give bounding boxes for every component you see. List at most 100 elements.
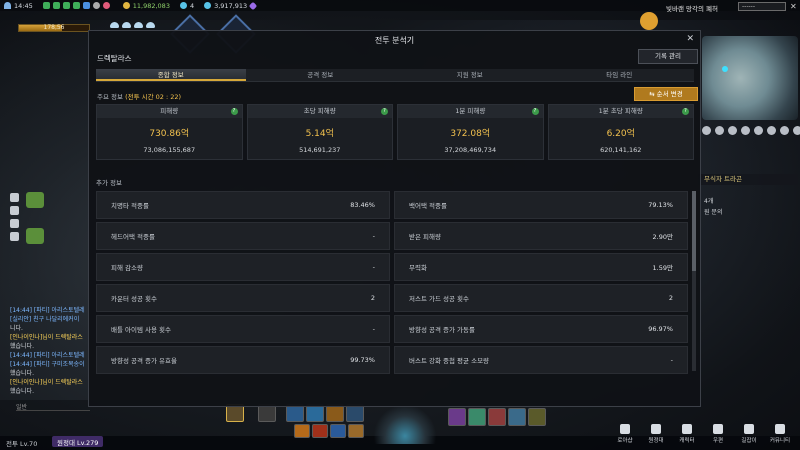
stat-row: 치명타 적중률 83.46% bbox=[96, 191, 390, 219]
damage-card: 피해량? 730.86억 73,086,155,687 bbox=[96, 104, 243, 160]
buff-icon[interactable] bbox=[52, 2, 60, 9]
menu-item[interactable]: 커뮤니티 bbox=[767, 424, 793, 444]
summary-label: 주요 정보 bbox=[97, 93, 123, 101]
analyzer-tabs: 종합 정보 공격 정보 지원 정보 타임 라인 bbox=[96, 69, 694, 82]
battle-analyzer-window: 전투 분석기 ✕ 드렉탈라스 기록 관리 종합 정보 공격 정보 지원 정보 타… bbox=[88, 30, 701, 407]
silver-icon bbox=[122, 2, 130, 9]
stat-value: - bbox=[372, 232, 375, 240]
party-member-icon[interactable] bbox=[26, 192, 44, 208]
extra-info-label: 추가 정보 bbox=[96, 179, 122, 187]
link-icon[interactable] bbox=[10, 219, 19, 228]
menu-item[interactable]: 로아샵 bbox=[612, 424, 638, 444]
skill-slot[interactable] bbox=[488, 408, 506, 426]
tab-timeline[interactable]: 타임 라인 bbox=[545, 69, 695, 81]
chat-line: [14:44] [파티] 아리스토텔레 bbox=[10, 307, 85, 314]
minimap-tool-icon[interactable] bbox=[702, 126, 711, 135]
move-icon[interactable] bbox=[10, 193, 19, 202]
party-member-icon[interactable] bbox=[26, 228, 44, 244]
skill-slot[interactable] bbox=[348, 424, 364, 438]
quest-tracker-tab[interactable]: 무식자 트라곤 bbox=[698, 174, 798, 185]
skill-slot[interactable] bbox=[294, 424, 310, 438]
stat-row: 버스트 강화 중첩 평균 소모량 - bbox=[394, 346, 688, 374]
buff-icon[interactable] bbox=[42, 2, 50, 9]
help-icon[interactable]: ? bbox=[230, 108, 238, 115]
tab-attack[interactable]: 공격 정보 bbox=[246, 69, 396, 81]
minimap-tool-icon[interactable] bbox=[754, 126, 763, 135]
menu-icon bbox=[775, 424, 785, 434]
help-icon[interactable]: ? bbox=[682, 108, 689, 115]
stat-label: 받은 피해량 bbox=[409, 233, 441, 241]
menu-label: 커뮤니티 bbox=[769, 438, 791, 444]
help-icon[interactable]: ? bbox=[531, 108, 539, 115]
skill-slot[interactable] bbox=[330, 424, 346, 438]
hp-text: 178,56 bbox=[43, 24, 65, 31]
scrollbar-thumb[interactable] bbox=[692, 191, 696, 271]
card-exact-value: 620,141,162 bbox=[600, 146, 642, 154]
record-manage-button[interactable]: 기록 관리 bbox=[638, 49, 698, 64]
buff-icon[interactable] bbox=[72, 2, 80, 9]
quest-line: 4개 bbox=[704, 198, 714, 205]
stats-scrollbar[interactable] bbox=[692, 191, 696, 371]
tab-overview[interactable]: 종합 정보 bbox=[96, 69, 246, 81]
minimap-tool-icon[interactable] bbox=[767, 126, 776, 135]
menu-item[interactable]: 캐릭터 bbox=[674, 424, 700, 444]
reorder-button[interactable]: ⇆ 순서 변경 bbox=[634, 87, 698, 101]
skill-slot[interactable] bbox=[448, 408, 466, 426]
minimap-tool-icon[interactable] bbox=[741, 126, 750, 135]
stat-label: 카운터 성공 횟수 bbox=[111, 295, 157, 303]
orb-icon bbox=[134, 22, 143, 28]
tab-support[interactable]: 지원 정보 bbox=[395, 69, 545, 81]
cursor-icon[interactable] bbox=[10, 206, 19, 215]
silver-amount: 11,982,083 bbox=[132, 1, 170, 10]
help-icon[interactable]: ? bbox=[381, 108, 388, 115]
gear-icon[interactable] bbox=[10, 232, 19, 241]
minimap-close-icon[interactable]: ✕ bbox=[790, 2, 797, 11]
menu-icon bbox=[682, 424, 692, 434]
close-icon[interactable]: ✕ bbox=[686, 34, 694, 44]
minimap-dropdown[interactable]: ------ bbox=[738, 2, 786, 11]
stat-row: 무력화 1.59만 bbox=[394, 253, 688, 281]
settings-icon[interactable] bbox=[92, 2, 100, 9]
stat-label: 배틀 아이템 사용 횟수 bbox=[111, 326, 172, 334]
event-icon[interactable] bbox=[640, 12, 658, 30]
skill-slot[interactable] bbox=[508, 408, 526, 426]
reorder-button-label: 순서 변경 bbox=[656, 90, 683, 98]
chat-line: 했습니다. bbox=[10, 370, 34, 377]
chat-line: 했습니다. bbox=[10, 388, 34, 395]
expedition-level: 원정대 Lv.279 bbox=[52, 436, 104, 447]
chat-input[interactable]: 일반 bbox=[16, 402, 90, 411]
one-minute-dps-card: 1분 초당 피해량? 6.20억 620,141,162 bbox=[547, 104, 694, 160]
card-exact-value: 73,086,155,687 bbox=[143, 146, 196, 154]
skill-slot[interactable] bbox=[468, 408, 486, 426]
zone-name: 빛바랜 망각의 폐허 bbox=[666, 5, 718, 13]
card-value: 372.08억 bbox=[450, 129, 491, 139]
minimap-tool-icon[interactable] bbox=[780, 126, 789, 135]
card-exact-value: 37,208,469,734 bbox=[444, 146, 497, 154]
menu-label: 원정대 bbox=[648, 438, 664, 444]
status-icon[interactable] bbox=[102, 2, 110, 9]
minimap-tool-icon[interactable] bbox=[793, 126, 800, 135]
menu-label: 길잡이 bbox=[741, 438, 757, 444]
skill-slot[interactable] bbox=[312, 424, 328, 438]
minimap-tool-icon[interactable] bbox=[728, 126, 737, 135]
menu-item[interactable]: 우편 bbox=[705, 424, 731, 444]
hp-bar: 178,56 bbox=[18, 24, 90, 32]
menu-item[interactable]: 길잡이 bbox=[736, 424, 762, 444]
buff-icon[interactable] bbox=[82, 2, 90, 9]
minimap-tool-icon[interactable] bbox=[715, 126, 724, 135]
stat-label: 백어택 적중률 bbox=[409, 202, 447, 210]
stat-row: 백어택 적중률 79.13% bbox=[394, 191, 688, 219]
buff-icon[interactable] bbox=[62, 2, 70, 9]
stat-value: - bbox=[372, 325, 375, 333]
skill-slot[interactable] bbox=[528, 408, 546, 426]
swap-icon: ⇆ bbox=[649, 90, 657, 98]
minimap[interactable] bbox=[702, 36, 798, 120]
stat-row: 저스트 가드 성공 횟수 2 bbox=[394, 284, 688, 312]
card-label: 피해량 bbox=[160, 107, 179, 115]
menu-label: 우편 bbox=[712, 438, 724, 444]
menu-item[interactable]: 원정대 bbox=[643, 424, 669, 444]
menu-icon bbox=[620, 424, 630, 434]
stat-label: 헤드어택 적중률 bbox=[111, 233, 155, 241]
stat-row: 배틀 아이템 사용 횟수 - bbox=[96, 315, 390, 343]
stat-value: 2 bbox=[370, 294, 375, 302]
